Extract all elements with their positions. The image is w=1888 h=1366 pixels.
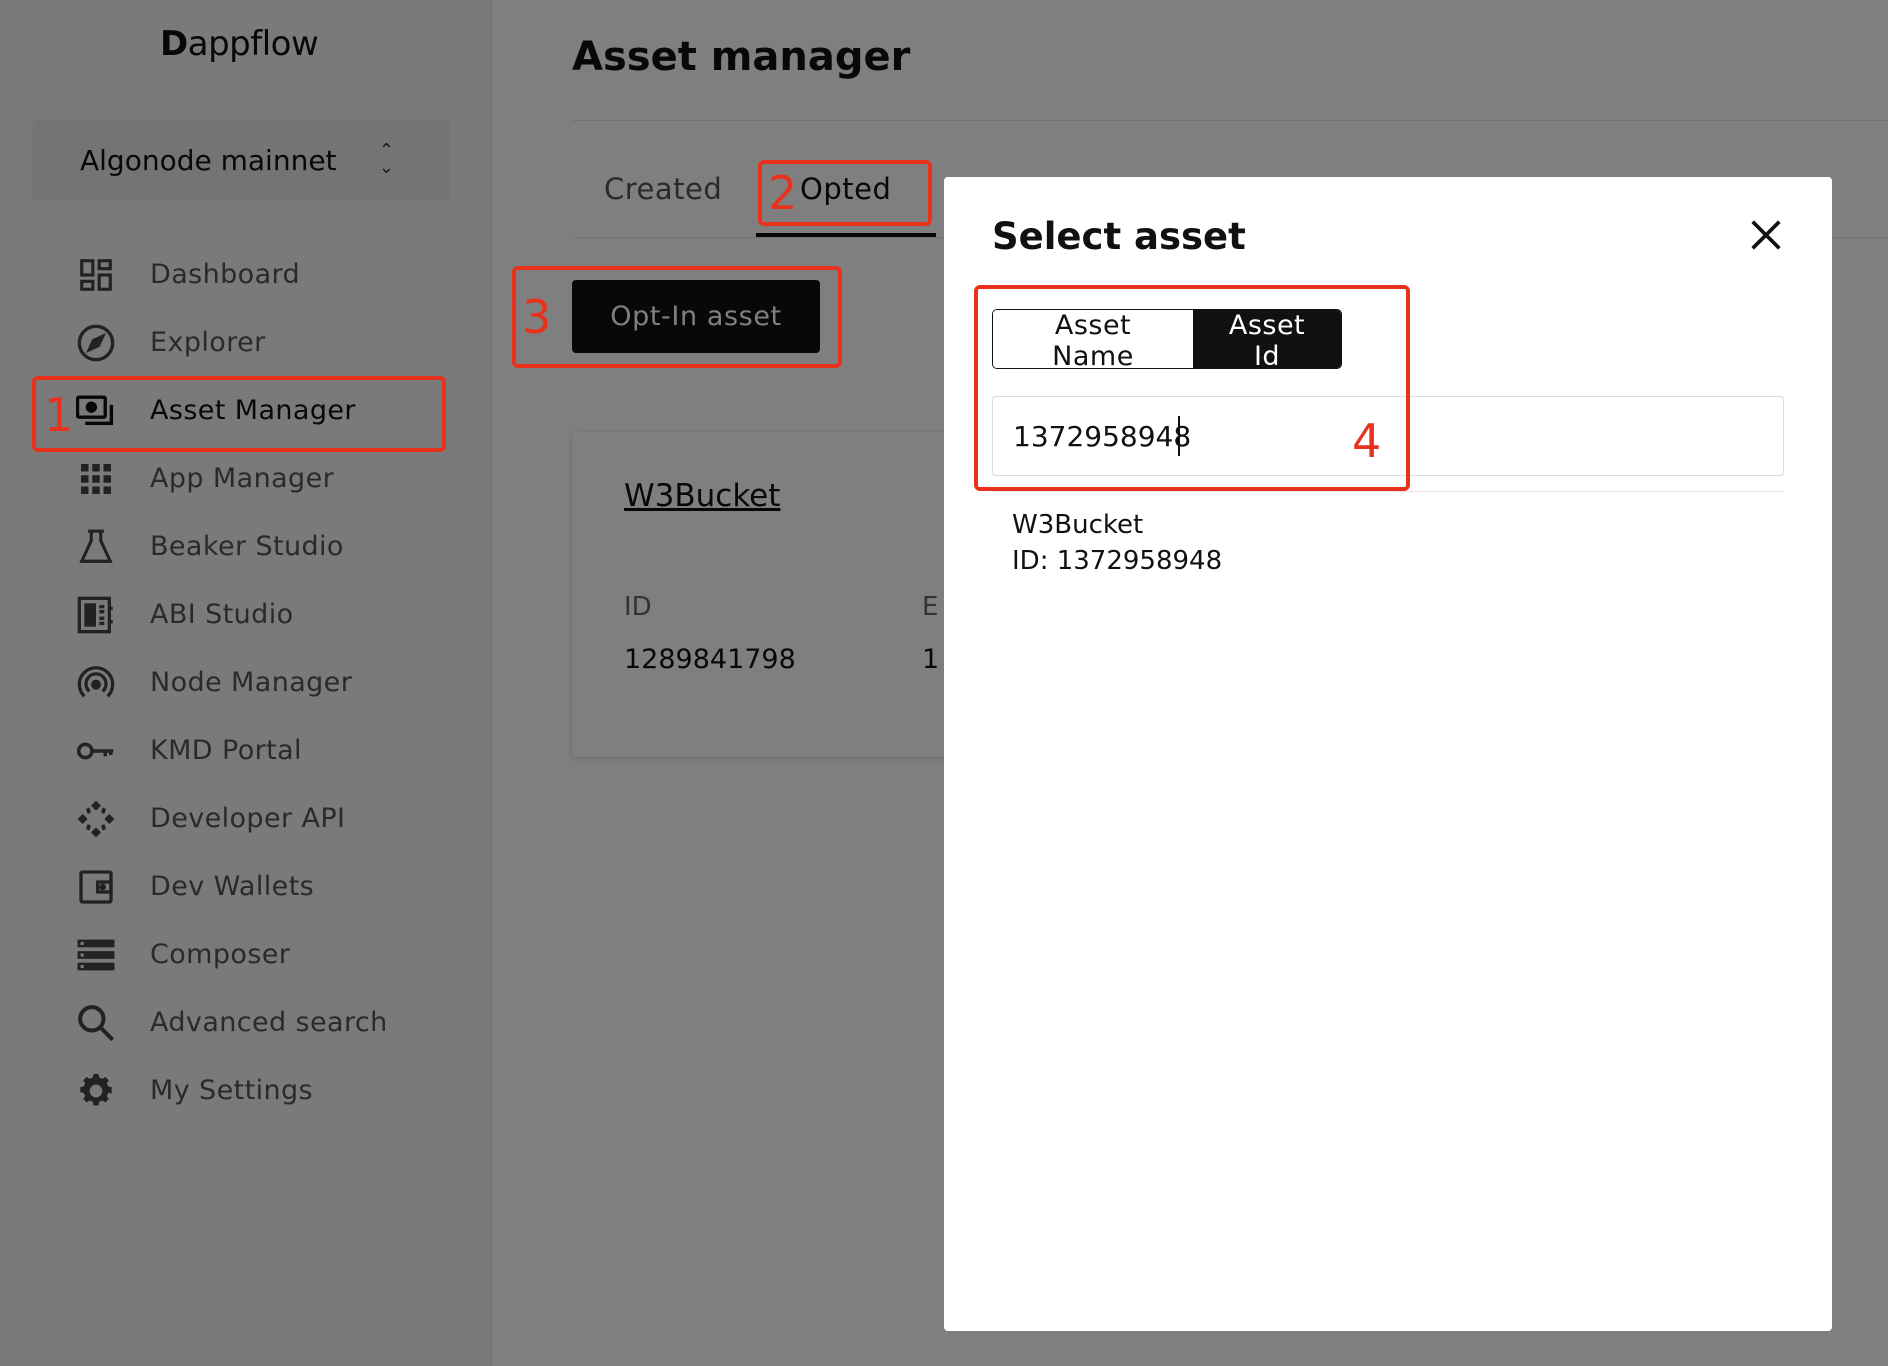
result-asset-name: W3Bucket [1012, 510, 1144, 540]
annotation-box-1 [32, 376, 446, 452]
close-icon [1751, 220, 1781, 250]
annotation-number-2: 2 [768, 166, 798, 220]
annotation-box-3 [512, 266, 842, 368]
search-result-item[interactable]: W3Bucket ID: 1372958948 [1012, 507, 1222, 579]
annotation-box-4 [974, 285, 1410, 491]
annotation-number-3: 3 [522, 290, 552, 344]
annotation-number-1: 1 [44, 388, 74, 442]
dialog-title: Select asset [992, 215, 1246, 258]
annotation-number-4: 4 [1352, 414, 1382, 468]
result-asset-id: ID: 1372958948 [1012, 546, 1223, 576]
results-divider [992, 491, 1784, 492]
close-button[interactable] [1746, 215, 1786, 255]
